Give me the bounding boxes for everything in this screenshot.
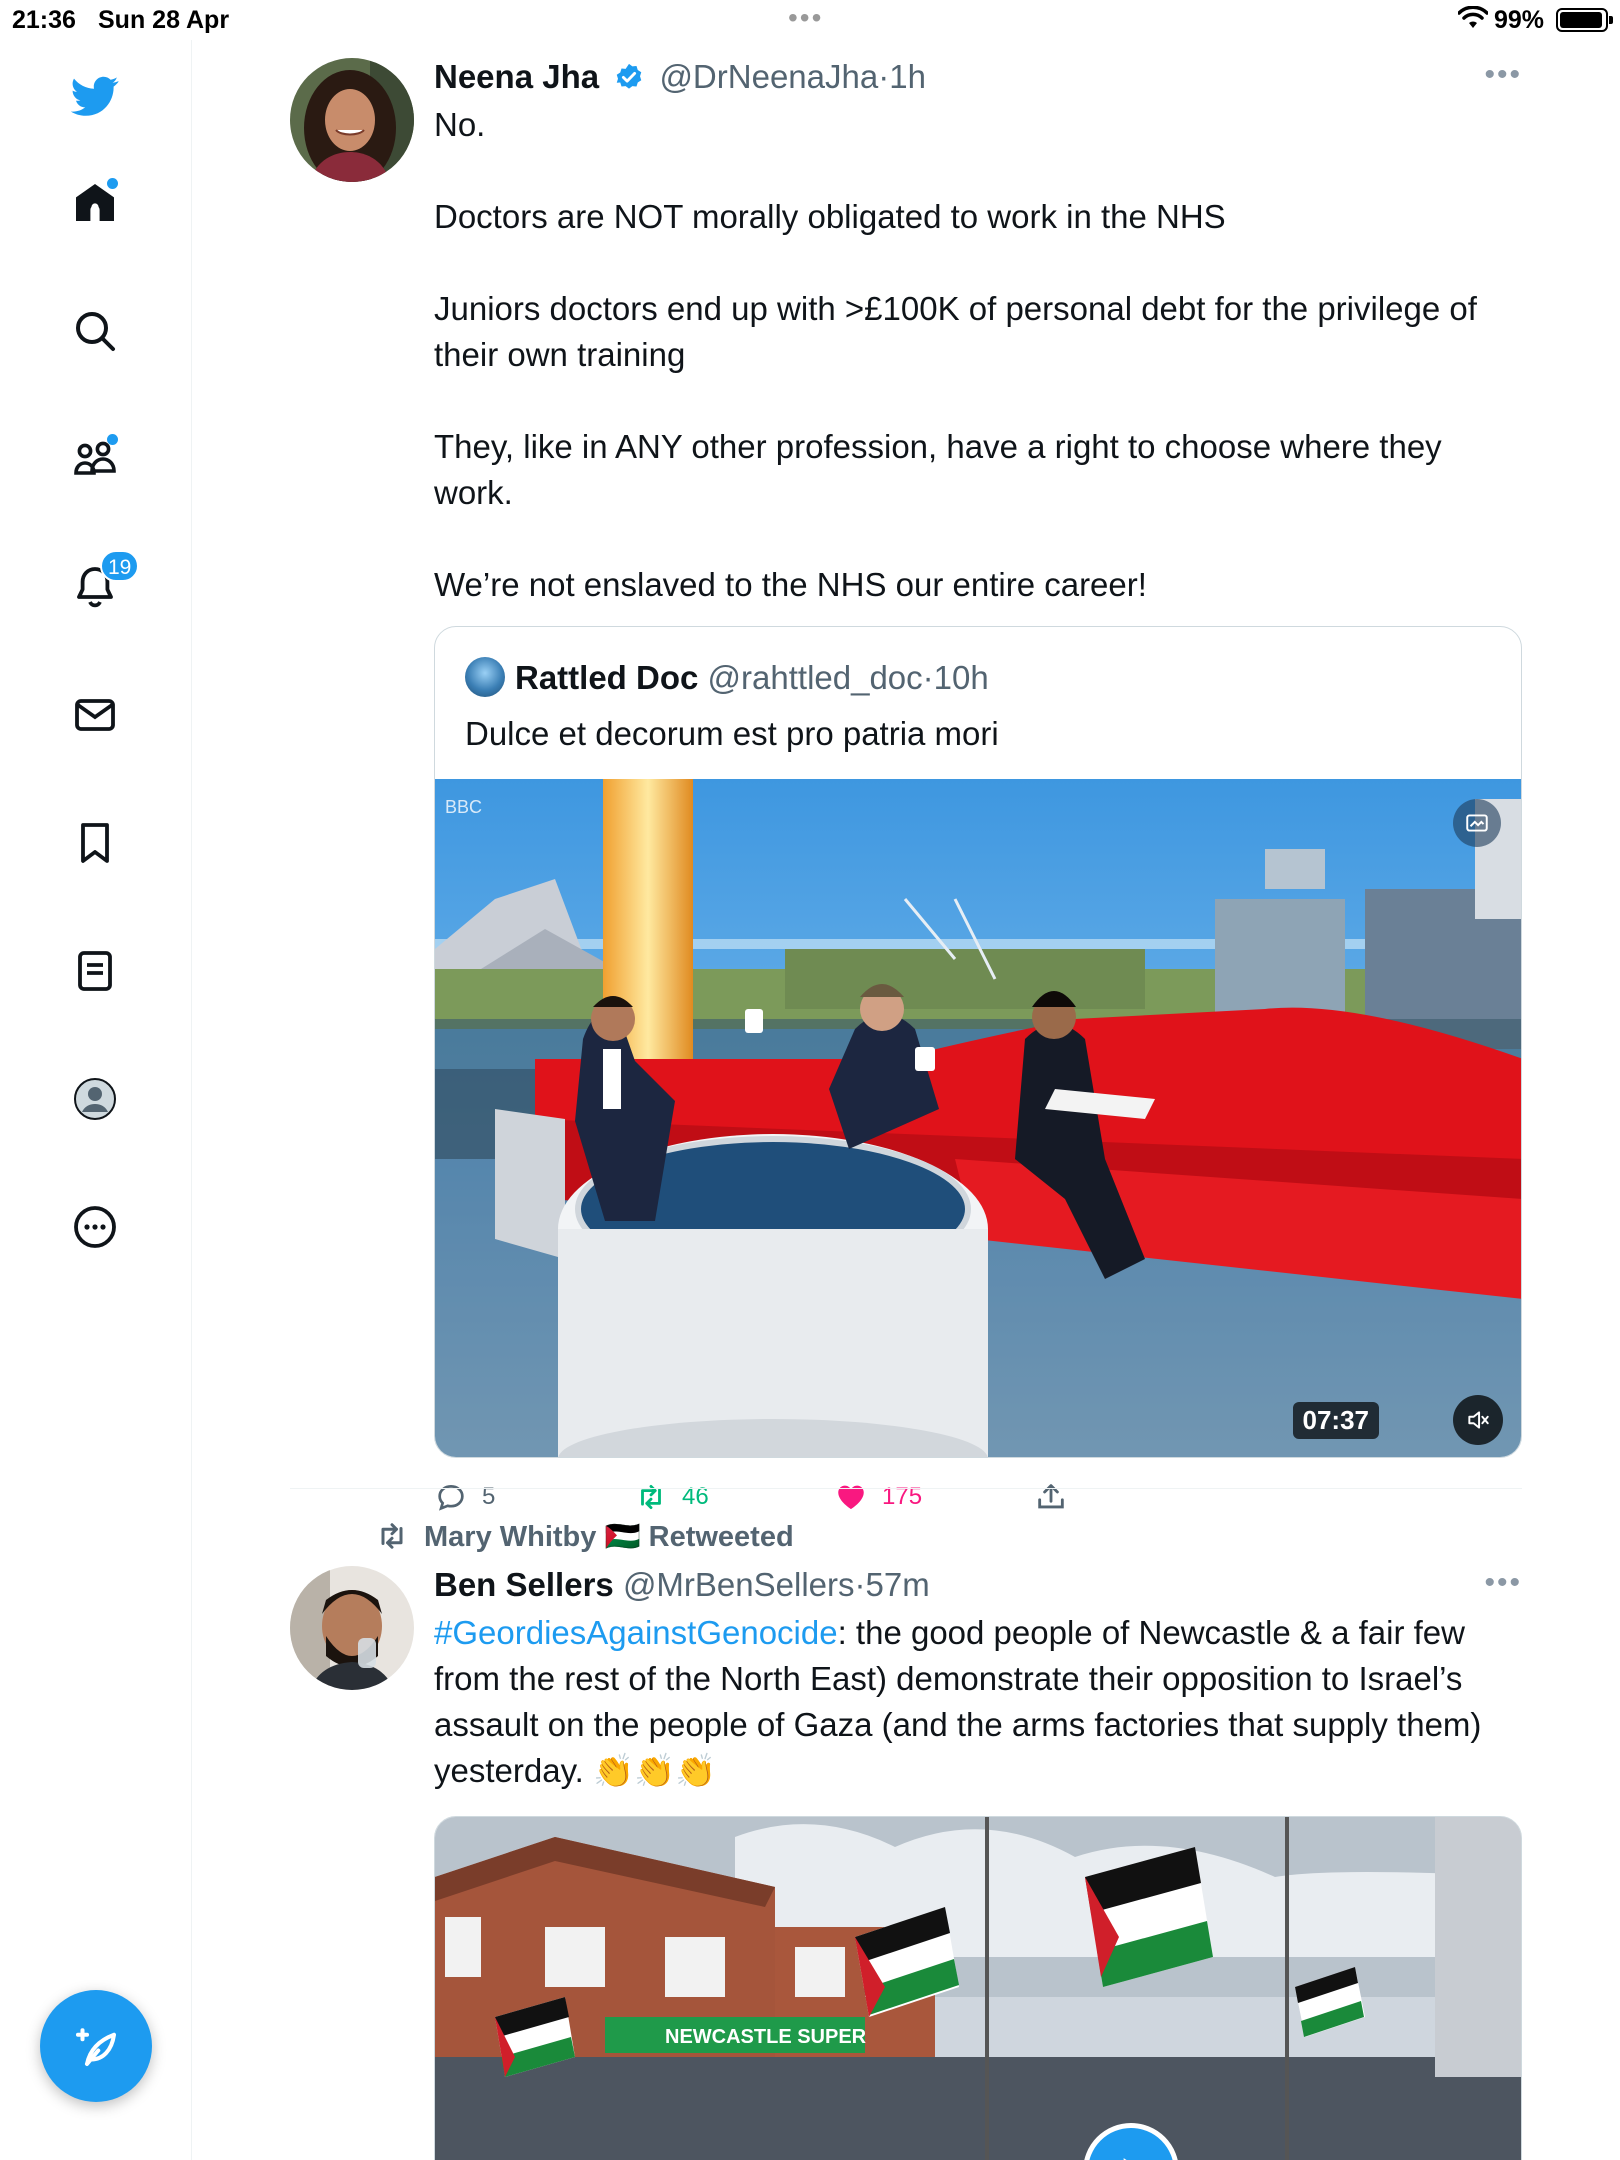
video-duration: 07:37	[1292, 1402, 1379, 1439]
retweet-icon	[641, 1484, 661, 1510]
tweet-header: Ben Sellers @MrBenSellers·57m •••	[434, 1566, 1522, 1610]
quoted-tweet-text: Dulce et decorum est pro patria mori	[465, 715, 999, 752]
quoted-tweet-header: Rattled Doc @rahttled_doc·10h	[465, 657, 989, 697]
status-date: Sun 28 Apr	[98, 6, 230, 34]
battery-icon	[1556, 8, 1613, 32]
tweet-time[interactable]: 1h	[889, 58, 926, 95]
svg-text:NEWCASTLE SUPER: NEWCASTLE SUPER	[665, 2026, 867, 2048]
reply-button[interactable]: 5	[434, 1480, 495, 1514]
share-icon	[1038, 1484, 1064, 1509]
profile-icon[interactable]	[66, 1070, 124, 1128]
tweet-header: Neena Jha @DrNeenaJha·1h •••	[434, 58, 1522, 102]
retweeted-by-label: Mary Whitby 🇵🇸 Retweeted	[424, 1521, 794, 1553]
status-bar: 21:36 Sun 28 Apr ••• 99%	[0, 0, 1620, 40]
quoted-tweet[interactable]: Rattled Doc @rahttled_doc·10h Dulce et d…	[434, 626, 1522, 1458]
verified-badge-icon	[617, 63, 642, 89]
retweet-button[interactable]: 46	[634, 1480, 709, 1514]
lists-icon[interactable]	[66, 942, 124, 1000]
notifications-count-badge: 19	[100, 550, 140, 582]
feather-plus-icon	[75, 2028, 117, 2067]
quoted-author-handle: @rahttled_doc	[707, 659, 923, 696]
mute-icon[interactable]	[1453, 1395, 1503, 1445]
quoted-author-name: Rattled Doc	[515, 659, 699, 696]
search-icon[interactable]	[66, 302, 124, 360]
tweet-text: No. Doctors are NOT morally obligated to…	[434, 106, 1477, 603]
author-name[interactable]: Neena Jha	[434, 58, 599, 95]
compose-tweet-button[interactable]	[40, 1990, 152, 2102]
avatar[interactable]	[290, 58, 414, 182]
play-icon	[1123, 2158, 1127, 2160]
video-thumbnail: BBC	[435, 779, 1521, 1457]
wifi-icon	[1458, 6, 1488, 28]
home-icon[interactable]	[66, 174, 124, 232]
mail-icon[interactable]	[66, 686, 124, 744]
svg-text:BBC: BBC	[445, 797, 482, 817]
battery-percent: 99%	[1494, 6, 1545, 34]
bell-icon[interactable]: 19	[66, 550, 140, 616]
quoted-avatar	[465, 657, 505, 697]
video-player[interactable]: BBC 07:37	[435, 779, 1521, 1457]
heart-icon	[838, 1485, 864, 1510]
separator-dot: ·	[922, 659, 934, 696]
tweet-text: #GeordiesAgainstGenocide: the good peopl…	[434, 1610, 1522, 1794]
like-button[interactable]: 175	[834, 1480, 922, 1514]
more-options-icon[interactable]: •••	[1484, 1566, 1522, 1600]
communities-icon[interactable]	[66, 430, 124, 488]
video-thumbnail: NEWCASTLE SUPER	[435, 1817, 1521, 2160]
bookmark-icon[interactable]	[66, 814, 124, 872]
status-time: 21:36	[12, 6, 76, 34]
separator-dot: ·	[854, 1566, 866, 1603]
more-icon[interactable]	[66, 1198, 124, 1256]
hashtag-link[interactable]: #GeordiesAgainstGenocide	[434, 1614, 838, 1651]
reply-icon	[438, 1485, 464, 1511]
author-handle[interactable]: @MrBenSellers	[623, 1566, 855, 1603]
tweet-media[interactable]: NEWCASTLE SUPER	[434, 1816, 1522, 2160]
more-options-icon[interactable]: •••	[1484, 58, 1522, 92]
tweet-divider	[290, 1488, 1522, 1489]
author-handle[interactable]: @DrNeenaJha	[659, 58, 878, 95]
tweet-time[interactable]: 57m	[866, 1566, 930, 1603]
tweet-actions: 5 46 175	[434, 1480, 1134, 1520]
share-button[interactable]	[1034, 1480, 1068, 1514]
retweet-icon	[381, 1523, 403, 1549]
retweeted-by[interactable]: Mary Whitby 🇵🇸 Retweeted	[374, 1518, 794, 1554]
separator-dot: ·	[878, 58, 890, 95]
sidebar: 19	[0, 40, 192, 2160]
quoted-tweet-time: 10h	[933, 659, 989, 696]
alt-text-icon[interactable]	[1453, 799, 1501, 847]
home-unread-dot	[107, 178, 118, 189]
avatar[interactable]	[290, 1566, 414, 1690]
twitter-logo-icon[interactable]	[66, 66, 124, 124]
communities-unread-dot	[107, 434, 118, 445]
multitask-dots-icon[interactable]: •••	[788, 2, 823, 34]
author-name[interactable]: Ben Sellers	[434, 1566, 614, 1603]
